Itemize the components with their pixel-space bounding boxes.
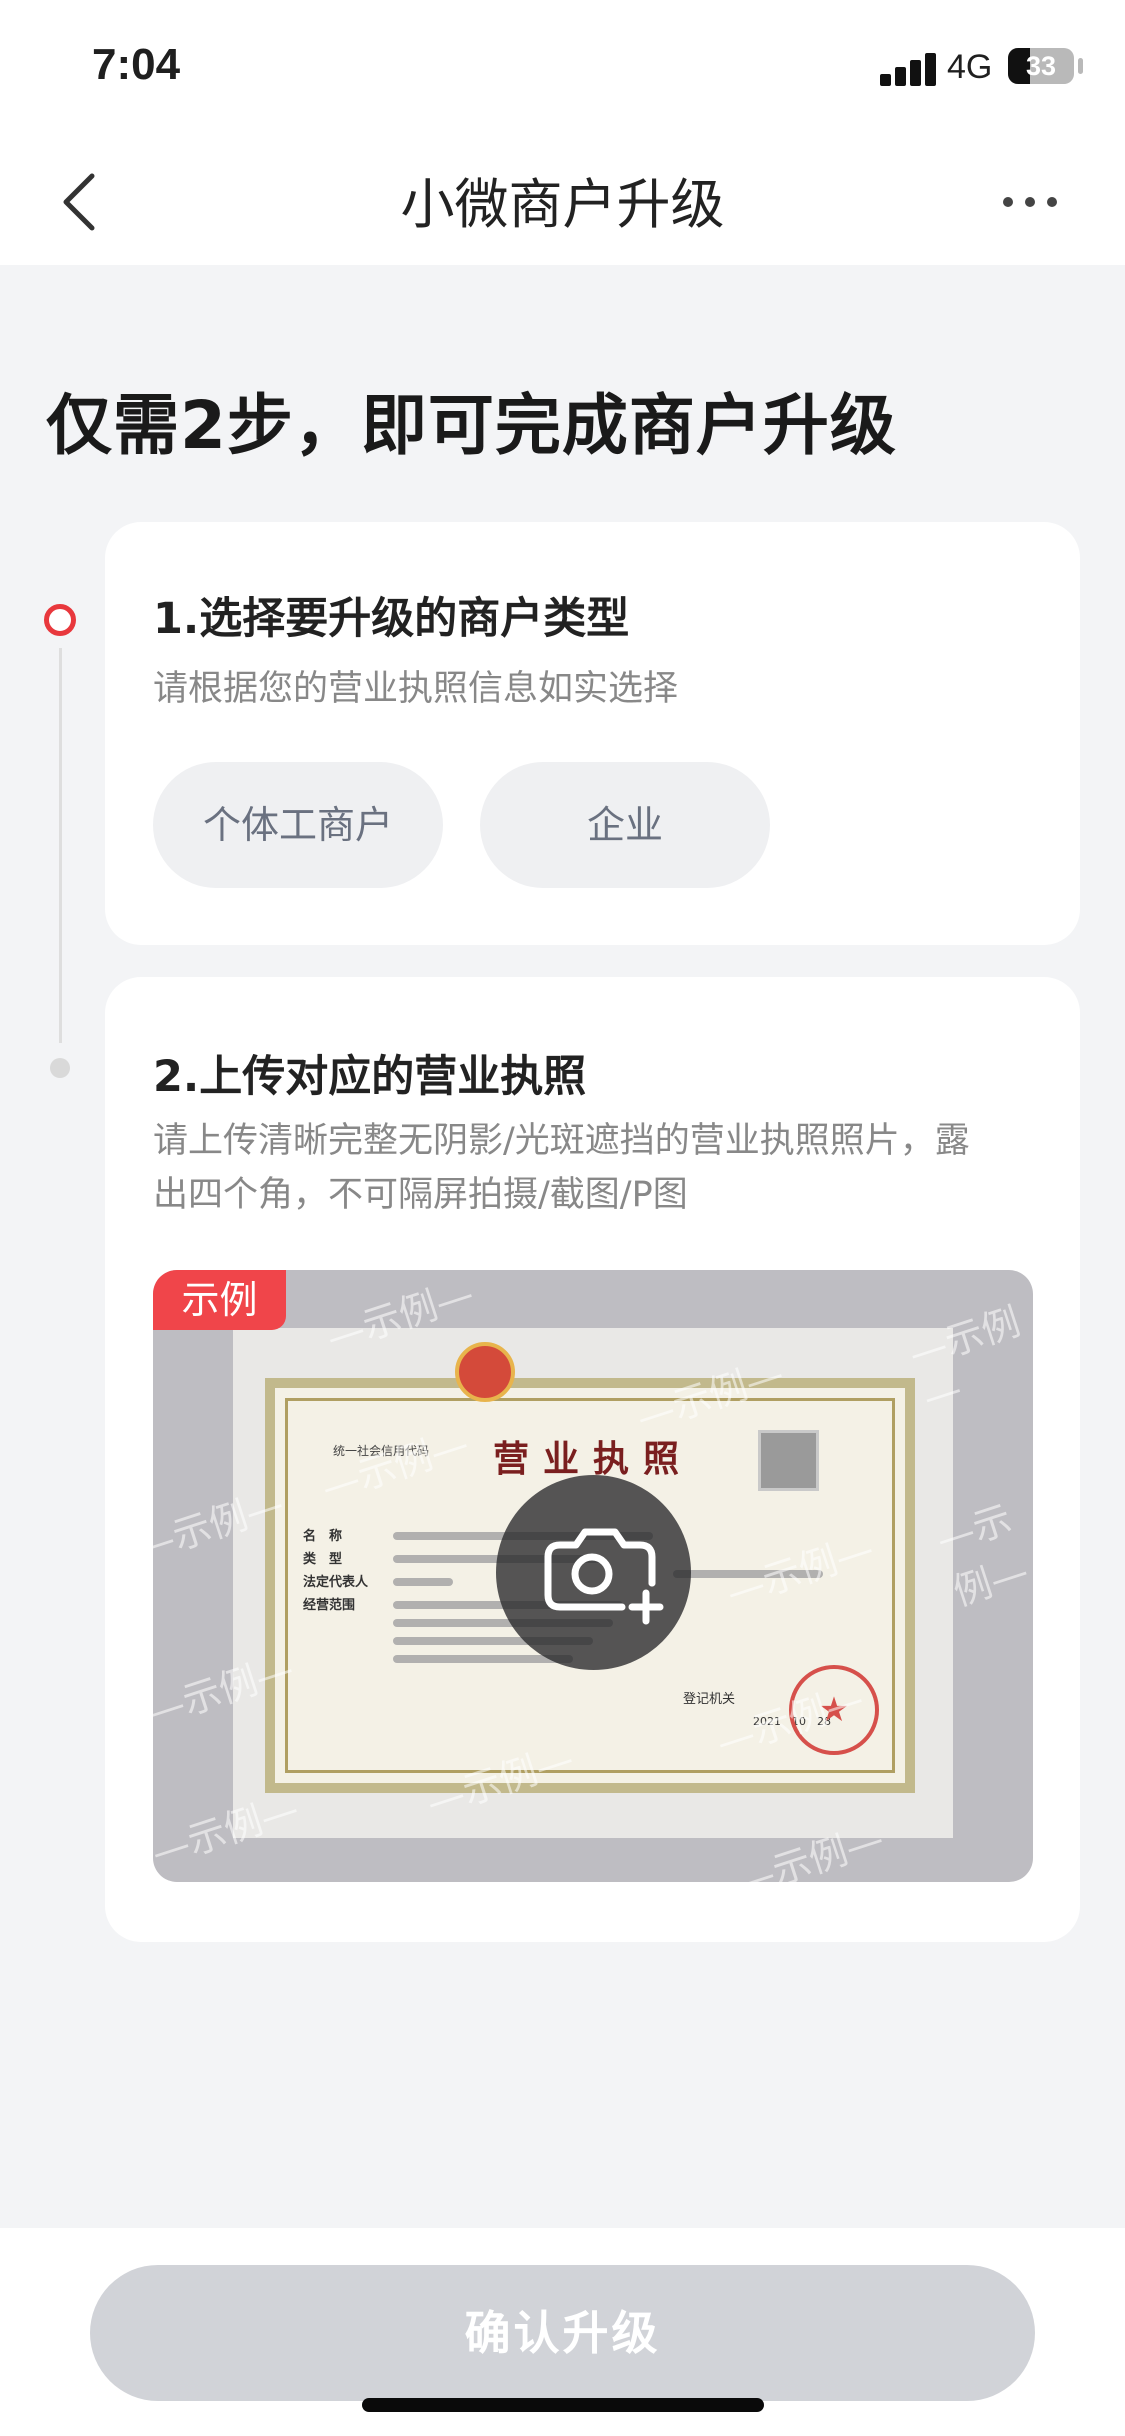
national-emblem-icon xyxy=(455,1342,515,1402)
headline: 仅需2步，即可完成商户升级 xyxy=(46,387,897,464)
license-field-rep: 法定代表人 xyxy=(303,1575,369,1590)
signal-icon xyxy=(880,52,940,86)
watermark: —示例— xyxy=(153,1786,305,1876)
sample-tag: 示例 xyxy=(153,1270,286,1330)
step1-card: 1.选择要升级的商户类型 请根据您的营业执照信息如实选择 个体工商户 企业 xyxy=(105,522,1080,945)
step2-indicator xyxy=(50,1058,70,1078)
more-button[interactable] xyxy=(1000,190,1060,214)
step-timeline xyxy=(59,648,62,1043)
status-time: 7:04 xyxy=(92,40,181,89)
confirm-upgrade-button[interactable]: 确认升级 xyxy=(90,2265,1035,2401)
license-field-scope: 经营范围 xyxy=(303,1598,356,1613)
battery-nub xyxy=(1078,58,1083,74)
license-field-line xyxy=(393,1578,453,1586)
step2-subtitle-line1: 请上传清晰完整无阴影/光斑遮挡的营业执照照片，露 xyxy=(153,1121,970,1161)
step2-title: 2.上传对应的营业执照 xyxy=(153,1052,587,1102)
option-individual-business[interactable]: 个体工商户 xyxy=(153,762,443,888)
battery-level: 33 xyxy=(1025,51,1057,81)
license-upload-area[interactable]: 营业执照 统一社会信用代码 名 称 类 型 法定代表人 经营范围 登记机关 20… xyxy=(153,1270,1033,1882)
qr-code-icon xyxy=(758,1430,819,1491)
step1-title: 1.选择要升级的商户类型 xyxy=(153,594,630,644)
home-indicator xyxy=(362,2398,764,2412)
nav-bar: 小微商户升级 xyxy=(0,140,1125,265)
step1-indicator xyxy=(44,604,76,636)
camera-plus-icon xyxy=(544,1528,664,1625)
step2-subtitle-line2: 出四个角，不可隔屏拍摄/截图/P图 xyxy=(153,1175,688,1215)
step1-subtitle: 请根据您的营业执照信息如实选择 xyxy=(153,669,679,709)
battery-icon: 33 xyxy=(1008,48,1074,84)
license-field-name: 名 称 xyxy=(303,1529,343,1544)
license-field-type: 类 型 xyxy=(303,1552,343,1567)
page-title: 小微商户升级 xyxy=(400,173,725,236)
network-type: 4G xyxy=(947,48,993,86)
option-enterprise[interactable]: 企业 xyxy=(480,762,770,888)
license-authority: 登记机关 xyxy=(683,1692,736,1707)
step2-card: 2.上传对应的营业执照 请上传清晰完整无阴影/光斑遮挡的营业执照照片，露 出四个… xyxy=(105,977,1080,1942)
more-dots-icon xyxy=(1003,197,1057,207)
upload-camera-button[interactable] xyxy=(496,1475,691,1670)
status-bar: 7:04 4G 33 xyxy=(0,0,1125,140)
